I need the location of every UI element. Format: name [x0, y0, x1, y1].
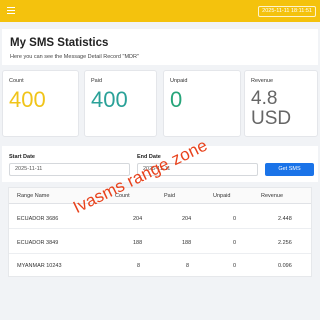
page-header: My SMS Statistics Here you can see the M… — [2, 29, 318, 65]
paid-card: Paid 400 — [84, 70, 157, 137]
revenue-card: Revenue 4.8 USD — [244, 70, 318, 137]
paid-cell: 8 — [186, 263, 190, 269]
range-name-cell: MYANMAR 10243 — [17, 263, 62, 269]
unpaid-value: 0 — [170, 87, 183, 112]
revenue-cell: 0.096 — [278, 263, 292, 269]
page-footer-area — [0, 282, 320, 320]
start-date-label: Start Date — [9, 154, 35, 160]
count-label: Count — [9, 78, 24, 84]
revenue-value: 4.8 USD — [251, 89, 291, 129]
paid-cell: 188 — [182, 240, 192, 246]
start-date-input[interactable]: 2025-11-11 — [9, 163, 130, 176]
sms-table: Range Name Count Paid Unpaid Revenue ECU… — [8, 187, 312, 277]
paid-label: Paid — [91, 78, 103, 84]
header-unpaid[interactable]: Unpaid — [213, 193, 230, 199]
revenue-currency: USD — [251, 108, 292, 129]
count-cell: 188 — [133, 240, 143, 246]
revenue-cell: 2.448 — [278, 216, 292, 222]
paid-cell: 204 — [182, 216, 192, 222]
unpaid-label: Unpaid — [170, 78, 188, 84]
table-row: ECUADOR 3849 188 188 0 2.256 — [9, 230, 311, 254]
header-paid[interactable]: Paid — [164, 193, 175, 199]
page-title: My SMS Statistics — [10, 37, 109, 49]
table-row: MYANMAR 10243 8 8 0 0.096 — [9, 254, 311, 278]
range-name-cell: ECUADOR 3686 — [17, 216, 59, 222]
revenue-label: Revenue — [251, 78, 274, 84]
top-bar: 2025-11-11 18:11:51 — [0, 0, 320, 22]
count-cell: 8 — [137, 263, 141, 269]
datetime-display: 2025-11-11 18:11:51 — [258, 6, 316, 17]
unpaid-cell: 0 — [233, 216, 237, 222]
count-card: Count 400 — [2, 70, 79, 137]
get-sms-button[interactable]: Get SMS — [265, 163, 314, 176]
count-value: 400 — [9, 87, 46, 112]
table-header: Range Name Count Paid Unpaid Revenue — [9, 188, 311, 204]
header-range-name[interactable]: Range Name — [17, 193, 49, 199]
unpaid-card: Unpaid 0 — [163, 70, 241, 137]
revenue-cell: 2.256 — [278, 240, 292, 246]
range-name-cell: ECUADOR 3849 — [17, 240, 59, 246]
unpaid-cell: 0 — [233, 263, 237, 269]
header-revenue[interactable]: Revenue — [261, 193, 283, 199]
table-row: ECUADOR 3686 204 204 0 2.448 — [9, 205, 311, 229]
count-cell: 204 — [133, 216, 143, 222]
paid-value: 400 — [91, 87, 128, 112]
unpaid-cell: 0 — [233, 240, 237, 246]
menu-icon[interactable] — [7, 7, 15, 14]
revenue-amount: 4.8 — [251, 88, 278, 109]
page-subtitle: Here you can see the Message Detail Reco… — [10, 54, 139, 60]
